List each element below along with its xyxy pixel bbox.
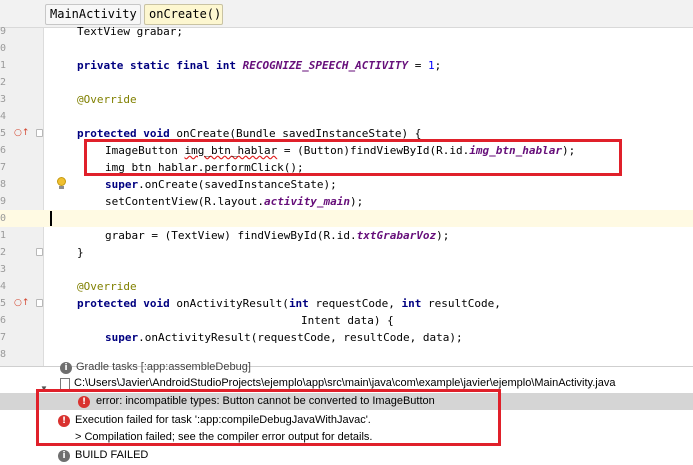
code-text: Intent data) {: [301, 314, 394, 327]
code-text: super.onCreate(savedInstanceState);: [105, 178, 337, 191]
code-text: private static final int RECOGNIZE_SPEEC…: [77, 59, 442, 72]
annotation-text: @Override: [77, 93, 137, 106]
code-line: 1 private static final int RECOGNIZE_SPE…: [0, 57, 693, 74]
line-number: 3: [0, 94, 7, 105]
highlight-box-errors: [36, 389, 501, 446]
code-line: 9 TextView grabar;: [0, 23, 693, 40]
breadcrumb-class-mainactivity[interactable]: MainActivity: [45, 4, 141, 25]
breadcrumb-method-oncreate[interactable]: onCreate(): [144, 4, 223, 25]
code-line: 0: [0, 40, 693, 57]
line-number: 7: [0, 332, 7, 343]
code-text: TextView grabar;: [77, 25, 183, 38]
line-number: 2: [0, 77, 7, 88]
code-line: 9 setContentView(R.layout.activity_main)…: [0, 193, 693, 210]
line-number: 4: [0, 111, 7, 122]
code-line: 4 @Override: [0, 278, 693, 295]
code-line: 2 }: [0, 244, 693, 261]
code-line: 2: [0, 74, 693, 91]
line-number: 5: [0, 128, 7, 139]
line-number: 2: [0, 247, 7, 258]
code-text: protected void onActivityResult(int requ…: [77, 297, 501, 310]
override-gutter-icon[interactable]: ○↑: [14, 128, 29, 138]
override-gutter-icon[interactable]: ○↑: [14, 298, 29, 308]
info-icon: i: [60, 362, 72, 374]
code-line: 7 super.onActivityResult(requestCode, re…: [0, 329, 693, 346]
text-cursor: [50, 211, 52, 226]
line-number: 5: [0, 298, 7, 309]
fold-toggle-icon[interactable]: [36, 299, 43, 307]
fold-toggle-icon[interactable]: [36, 248, 43, 256]
code-text: grabar = (TextView) findViewById(R.id.tx…: [105, 229, 450, 242]
fold-toggle-icon[interactable]: [36, 129, 43, 137]
highlight-box-code: [84, 139, 622, 176]
line-number: 3: [0, 264, 7, 275]
line-number: 6: [0, 315, 7, 326]
code-line: 8 super.onCreate(savedInstanceState);: [0, 176, 693, 193]
code-editor[interactable]: 9 TextView grabar; 0 1 private static fi…: [0, 25, 693, 366]
info-icon: i: [58, 450, 70, 462]
line-number: 0: [0, 213, 7, 224]
line-number: 1: [0, 60, 7, 71]
line-number: 1: [0, 230, 7, 241]
code-line: 6 Intent data) {: [0, 312, 693, 329]
line-number: 9: [0, 26, 7, 37]
caret-line[interactable]: 0: [0, 210, 693, 227]
line-number: 9: [0, 196, 7, 207]
annotation-text: @Override: [77, 280, 137, 293]
code-text: setContentView(R.layout.activity_main);: [105, 195, 364, 208]
code-line: 3 @Override: [0, 91, 693, 108]
code-line: 5 ○↑ protected void onActivityResult(int…: [0, 295, 693, 312]
code-text: }: [77, 246, 84, 259]
message-row[interactable]: i Gradle tasks [:app:assembleDebug]: [0, 359, 693, 376]
line-number: 6: [0, 145, 7, 156]
line-number: 7: [0, 162, 7, 173]
code-line: 4: [0, 108, 693, 125]
line-number: 4: [0, 281, 7, 292]
lightbulb-icon[interactable]: [56, 177, 67, 190]
code-text: super.onActivityResult(requestCode, resu…: [105, 331, 463, 344]
line-number: 8: [0, 179, 7, 190]
code-line: 3: [0, 261, 693, 278]
line-number: 0: [0, 43, 7, 54]
code-line: 1 grabar = (TextView) findViewById(R.id.…: [0, 227, 693, 244]
message-row-build-failed[interactable]: i BUILD FAILED: [0, 447, 693, 464]
